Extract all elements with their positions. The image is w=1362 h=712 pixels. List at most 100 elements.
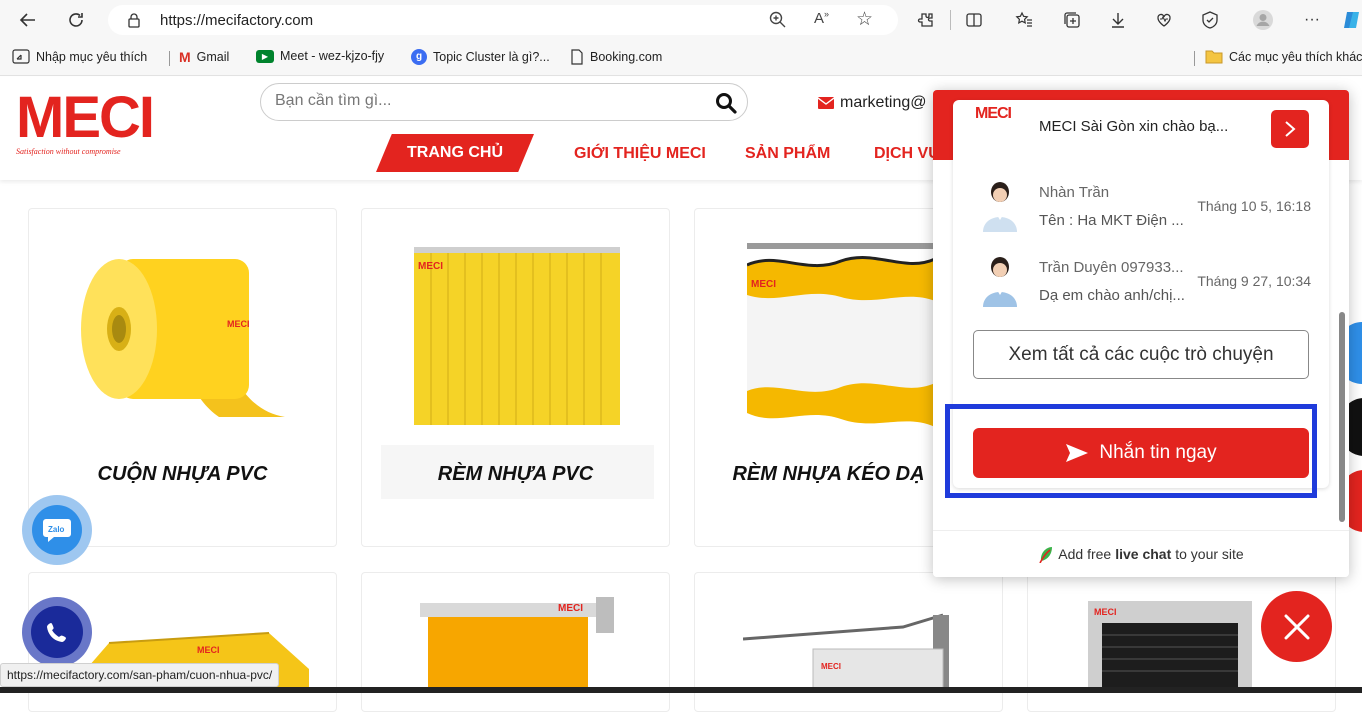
tawk-leaf-icon bbox=[1039, 547, 1053, 563]
bookmark-label: Gmail bbox=[196, 50, 230, 64]
bookmark-gmail[interactable]: M Gmail bbox=[179, 49, 229, 65]
sliding-curtain-image: MECI bbox=[747, 243, 935, 427]
copilot-icon[interactable] bbox=[1340, 8, 1362, 32]
header-email[interactable]: marketing@ bbox=[818, 94, 927, 112]
browser-essentials-icon[interactable] bbox=[1198, 8, 1222, 32]
bookmark-booking[interactable]: Booking.com bbox=[570, 49, 662, 65]
svg-text:MECI: MECI bbox=[751, 279, 776, 290]
page-icon bbox=[571, 49, 583, 65]
bookmark-label: Nhập mục yêu thích bbox=[36, 50, 148, 64]
bookmarks-bar: Nhập mục yêu thích M Gmail ▶ Meet - wez-… bbox=[0, 40, 1362, 76]
envelope-icon bbox=[818, 97, 834, 109]
product-card-pvc-roll[interactable]: MECI CUỘN NHỰA PVC bbox=[28, 208, 337, 547]
svg-text:MECI: MECI bbox=[1094, 607, 1117, 617]
conversation-name: Nhàn Trần bbox=[1039, 184, 1110, 201]
more-menu-icon[interactable]: ··· bbox=[1300, 8, 1324, 32]
topic-cluster-icon: g bbox=[411, 49, 427, 65]
send-label: Nhắn tin ngay bbox=[1099, 442, 1217, 463]
conversation-item[interactable]: Nhàn Trần Tên : Ha MKT Điện ... Tháng 10… bbox=[953, 170, 1329, 240]
phone-icon bbox=[31, 606, 83, 658]
conversation-preview: Dạ em chào anh/chị... bbox=[1039, 287, 1185, 304]
conversation-time: Tháng 9 27, 10:34 bbox=[1197, 273, 1311, 289]
roller-shutter-image: MECI bbox=[1088, 601, 1252, 691]
gmail-icon: M bbox=[179, 49, 191, 65]
conversation-item[interactable]: Trần Duyên 097933... Dạ em chào anh/chị.… bbox=[953, 245, 1329, 315]
favorites-icon[interactable] bbox=[1012, 8, 1036, 32]
product-title: RÈM NHỰA PVC bbox=[437, 463, 594, 485]
search-input[interactable] bbox=[275, 92, 695, 110]
bookmark-import-favorites[interactable]: Nhập mục yêu thích bbox=[12, 49, 147, 65]
nav-label: DỊCH VỤ bbox=[874, 145, 940, 162]
refresh-icon[interactable] bbox=[64, 8, 88, 32]
agent-avatar bbox=[983, 182, 1017, 232]
see-all-conversations-button[interactable]: Xem tất cả các cuộc trò chuyện bbox=[973, 330, 1309, 379]
chat-next-button[interactable] bbox=[1271, 110, 1309, 148]
zalo-button[interactable]: Zalo bbox=[22, 495, 92, 565]
bookmark-meet[interactable]: ▶ Meet - wez-kjzo-fjy bbox=[256, 49, 384, 63]
url-text: https://mecifactory.com bbox=[160, 12, 314, 29]
chat-scrollbar[interactable] bbox=[1339, 312, 1345, 522]
split-screen-icon[interactable] bbox=[962, 8, 986, 32]
conversation-time: Tháng 10 5, 16:18 bbox=[1197, 198, 1311, 214]
extensions-icon[interactable] bbox=[914, 8, 938, 32]
meci-mini-logo: MECI bbox=[975, 106, 1027, 122]
search-box[interactable] bbox=[260, 83, 748, 121]
chat-widget: MECI MECI Sài Gòn xin chào bạ... Nhàn Tr… bbox=[933, 90, 1349, 577]
svg-text:MECI: MECI bbox=[197, 645, 220, 655]
bookmark-label: Topic Cluster là gì?... bbox=[433, 50, 550, 64]
svg-text:MECI: MECI bbox=[821, 662, 841, 671]
footer-text: to your site bbox=[1175, 546, 1244, 562]
favorite-star-icon[interactable]: ☆ bbox=[856, 8, 873, 31]
footer-text: Add free bbox=[1058, 546, 1112, 562]
svg-text:Zalo: Zalo bbox=[48, 525, 65, 534]
health-icon[interactable] bbox=[1152, 8, 1176, 32]
nav-item-products[interactable]: SẢN PHẨM bbox=[745, 145, 830, 163]
status-bar-url: https://mecifactory.com/san-pham/cuon-nh… bbox=[0, 663, 280, 687]
bookmark-other-favorites[interactable]: Các mục yêu thích khác bbox=[1205, 49, 1362, 64]
close-chat-button[interactable] bbox=[1261, 591, 1332, 662]
import-favorites-icon bbox=[12, 49, 30, 64]
bookmark-divider bbox=[1194, 51, 1195, 66]
send-icon bbox=[1066, 444, 1089, 462]
bookmark-label: Meet - wez-kjzo-fjy bbox=[280, 49, 385, 63]
chevron-right-icon bbox=[1285, 121, 1296, 137]
pvc-curtain-image: MECI bbox=[414, 247, 620, 425]
agent-avatar bbox=[983, 257, 1017, 307]
nav-item-about[interactable]: GIỚI THIỆU MECI bbox=[574, 145, 706, 163]
nav-label: GIỚI THIỆU MECI bbox=[574, 145, 706, 162]
toolbar-divider bbox=[950, 10, 951, 30]
conversation-preview: Tên : Ha MKT Điện ... bbox=[1039, 212, 1184, 229]
high-speed-door-image: MECI bbox=[420, 597, 614, 687]
profile-avatar-icon[interactable] bbox=[1251, 8, 1275, 32]
taskbar-edge bbox=[0, 687, 1362, 693]
nav-label: SẢN PHẨM bbox=[745, 145, 831, 162]
footer-bold-text: live chat bbox=[1115, 546, 1172, 562]
search-icon[interactable] bbox=[715, 92, 737, 114]
nav-label: TRANG CHỦ bbox=[407, 144, 503, 161]
svg-text:MECI: MECI bbox=[418, 261, 443, 272]
product-title: CUỘN NHỰA PVC bbox=[97, 463, 268, 485]
bookmark-topic-cluster[interactable]: g Topic Cluster là gì?... bbox=[411, 49, 550, 65]
address-bar[interactable]: https://mecifactory.com A» ☆ bbox=[108, 5, 898, 35]
nav-item-services[interactable]: DỊCH VỤ bbox=[874, 145, 940, 163]
zoom-icon[interactable] bbox=[768, 10, 788, 35]
phone-button[interactable] bbox=[22, 597, 92, 667]
svg-text:MECI: MECI bbox=[558, 603, 583, 614]
svg-text:MECI: MECI bbox=[227, 319, 250, 329]
nav-item-home[interactable]: TRANG CHỦ bbox=[376, 134, 534, 172]
chat-top-message[interactable]: MECI Sài Gòn xin chào bạ... bbox=[1039, 118, 1228, 135]
product-card-pvc-curtain[interactable]: MECI RÈM NHỰA PVC bbox=[361, 208, 670, 547]
conversation-name: Trần Duyên 097933... bbox=[1039, 259, 1184, 276]
collections-icon[interactable] bbox=[1060, 8, 1084, 32]
zalo-icon: Zalo bbox=[32, 505, 82, 555]
send-message-button[interactable]: Nhắn tin ngay bbox=[973, 428, 1309, 478]
meet-icon: ▶ bbox=[256, 49, 274, 63]
back-icon[interactable] bbox=[16, 8, 40, 32]
close-icon bbox=[1284, 614, 1309, 639]
chat-footer[interactable]: Add free live chat to your site bbox=[933, 530, 1349, 577]
lock-icon[interactable] bbox=[126, 12, 142, 33]
meci-logo[interactable]: MECI Satisfaction without compromise bbox=[16, 89, 155, 159]
read-aloud-icon[interactable]: A» bbox=[814, 9, 829, 27]
bookmark-divider bbox=[169, 51, 170, 66]
downloads-icon[interactable] bbox=[1106, 8, 1130, 32]
